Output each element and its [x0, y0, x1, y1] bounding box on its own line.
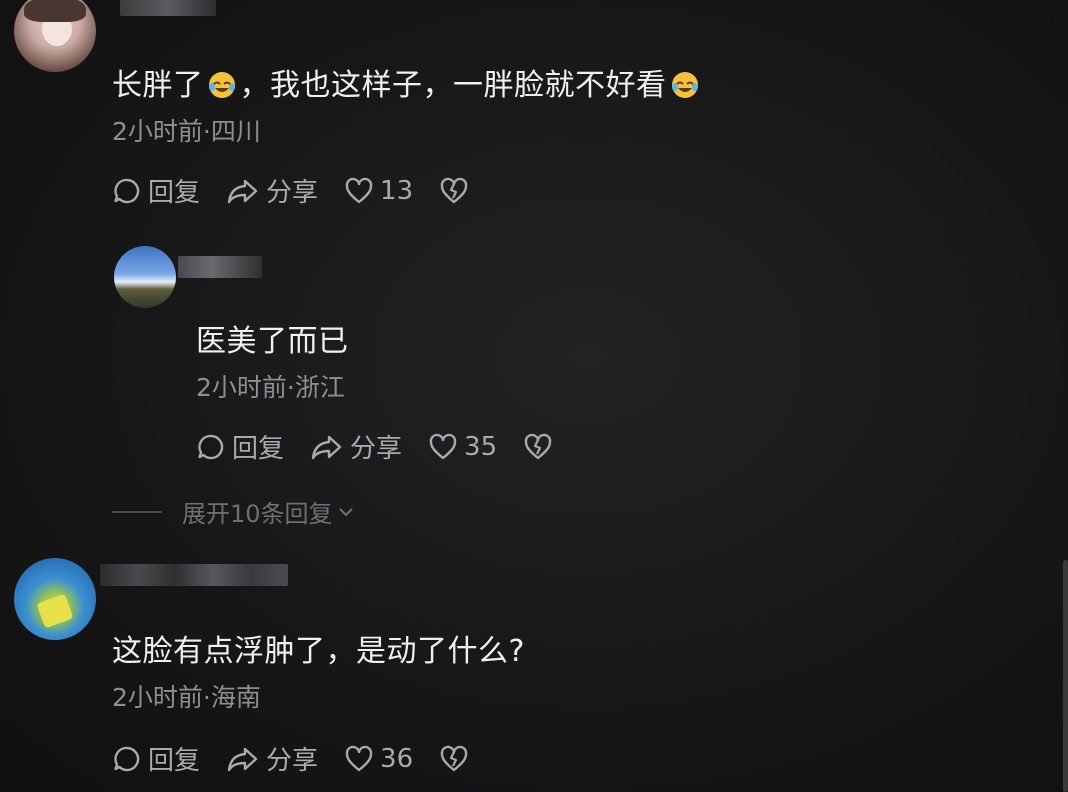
comment-actions: 回复 分享 35	[196, 428, 585, 465]
share-arrow-icon	[227, 747, 258, 771]
broken-heart-icon	[524, 433, 552, 459]
share-button[interactable]: 分享	[226, 172, 318, 209]
comment-actions: 回复 分享 36	[112, 740, 501, 777]
comment-text: 医美了而已	[196, 324, 349, 359]
share-label: 分享	[266, 746, 319, 776]
comment-meta: 2小时前·海南	[112, 683, 261, 712]
reply-label: 回复	[232, 434, 285, 464]
like-count: 35	[464, 431, 498, 462]
comment-text: 这脸有点浮肿了，是动了什么?	[112, 634, 525, 669]
avatar[interactable]	[14, 558, 96, 640]
share-arrow-icon	[311, 435, 342, 459]
reply-button[interactable]: 回复	[112, 740, 200, 777]
comment-text-part-1: 长胖了	[112, 68, 204, 103]
dislike-button[interactable]	[439, 744, 475, 774]
heart-icon	[345, 745, 373, 771]
avatar[interactable]	[114, 246, 176, 308]
like-count: 36	[380, 743, 414, 774]
comment-bubble-icon	[114, 746, 140, 771]
like-count: 13	[380, 175, 414, 206]
laughing-tears-emoji-icon	[208, 72, 235, 98]
comment-meta: 2小时前·浙江	[196, 373, 345, 402]
comment-bubble-icon	[114, 178, 140, 203]
comment-text-part-2: ，我也这样子，一胖脸就不好看	[239, 68, 667, 103]
divider-line	[112, 510, 162, 513]
dislike-button[interactable]	[523, 432, 559, 462]
share-button[interactable]: 分享	[226, 740, 318, 777]
heart-icon	[429, 433, 457, 459]
share-label: 分享	[266, 178, 319, 208]
username-masked[interactable]	[178, 256, 262, 278]
scrollbar[interactable]	[1063, 560, 1068, 792]
like-button[interactable]: 13	[344, 176, 413, 206]
heart-icon	[345, 177, 373, 203]
share-arrow-icon	[227, 179, 258, 203]
username-masked[interactable]	[100, 564, 288, 586]
laughing-tears-emoji-icon	[671, 72, 698, 98]
broken-heart-icon	[440, 177, 468, 203]
comment-meta: 2小时前·四川	[112, 117, 261, 146]
comment-bubble-icon	[198, 434, 224, 459]
share-label: 分享	[350, 434, 403, 464]
reply-button[interactable]: 回复	[112, 172, 200, 209]
username-masked[interactable]	[120, 0, 216, 16]
reply-label: 回复	[148, 178, 201, 208]
reply-label: 回复	[148, 746, 201, 776]
expand-replies-label: 展开10条回复	[182, 500, 333, 528]
avatar[interactable]	[14, 0, 96, 72]
comment-text: 长胖了 ，我也这样子，一胖脸就不好看	[112, 60, 703, 104]
broken-heart-icon	[440, 745, 468, 771]
like-button[interactable]: 35	[428, 432, 497, 462]
dislike-button[interactable]	[439, 176, 475, 206]
expand-replies-button[interactable]: 展开10条回复	[112, 494, 357, 529]
like-button[interactable]: 36	[344, 744, 413, 774]
comment-actions: 回复 分享 13	[112, 172, 501, 209]
reply-button[interactable]: 回复	[196, 428, 284, 465]
chevron-down-icon	[338, 507, 353, 516]
share-button[interactable]: 分享	[310, 428, 402, 465]
